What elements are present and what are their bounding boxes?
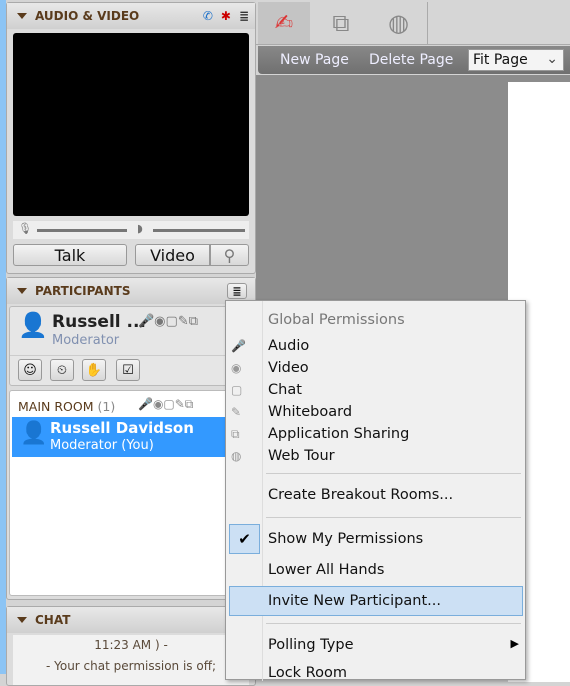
zoom-select-value: Fit Page [473, 52, 528, 68]
menu-item-show-permissions[interactable]: Show My Permissions [268, 531, 423, 547]
speaker-slider[interactable] [153, 229, 245, 232]
audio-video-panel: AUDIO & VIDEO ✆ ✱ ≣ 🎙 ◗ Talk Video ⚲ [6, 2, 256, 274]
video-display [13, 33, 249, 216]
mic-slider[interactable] [37, 229, 127, 232]
speaker-icon: ◗ [137, 222, 143, 235]
whiteboard-tab-icon[interactable]: ✍ [258, 2, 310, 44]
chat-messages: 11:23 AM ) - - Your chat permission is o… [13, 635, 249, 685]
participants-menu-icon[interactable]: ≣ [227, 283, 247, 299]
menu-separator [266, 473, 521, 474]
menu-item-app-sharing[interactable]: Application Sharing [268, 426, 409, 442]
menu-item-lower-hands[interactable]: Lower All Hands [268, 562, 384, 578]
participant-list: MAIN ROOM (1) 🎤◉▢✎⧉ 👤 Russell Davidson M… [9, 390, 253, 596]
menu-item-video[interactable]: Video [268, 360, 309, 376]
menu-separator [266, 623, 521, 624]
user-avatar-icon: 👤 [20, 421, 48, 446]
my-name: Russell ... [52, 312, 146, 332]
panel-title: CHAT [35, 613, 71, 627]
poll-answer-button[interactable]: ☑ [116, 359, 140, 381]
menu-item-web-tour[interactable]: Web Tour [268, 448, 335, 464]
divider [10, 355, 252, 356]
chat-line: 11:23 AM ) - [94, 638, 168, 652]
participants-panel: PARTICIPANTS ≣ 👤 Russell ... Moderator 🎤… [6, 277, 256, 600]
audio-video-header[interactable]: AUDIO & VIDEO ✆ ✱ ≣ [7, 3, 255, 29]
menu-item-whiteboard[interactable]: Whiteboard [268, 404, 352, 420]
away-button[interactable]: ⏲ [50, 359, 74, 381]
participant-role: Moderator (You) [50, 438, 154, 453]
menu-item-invite[interactable]: Invite New Participant... [268, 593, 441, 609]
user-avatar-icon: 👤 [18, 311, 48, 339]
video-button[interactable]: Video [135, 244, 210, 266]
participant-name: Russell Davidson [50, 419, 194, 437]
settings-icon[interactable]: ✱ [221, 9, 231, 23]
panel-title: PARTICIPANTS [35, 284, 131, 298]
room-permission-off-icons: 🎤◉▢✎⧉ [138, 397, 194, 411]
menu-item-audio[interactable]: Audio [268, 338, 309, 354]
chat-panel: CHAT 11:23 AM ) - - Your chat permission… [6, 606, 256, 686]
delete-page-button[interactable]: Delete Page [369, 52, 453, 68]
video-search-icon[interactable]: ⚲ [210, 244, 249, 266]
microphone-icon: 🎤 [231, 339, 246, 353]
participant-row[interactable]: 👤 Russell Davidson Moderator (You) [12, 417, 252, 457]
menu-item-chat[interactable]: Chat [268, 382, 302, 398]
whiteboard-toolbar: New Page Delete Page Fit Page ⌄ [258, 46, 570, 74]
collapse-icon[interactable] [17, 617, 27, 623]
webcam-icon: ◉ [231, 361, 242, 375]
phone-icon[interactable]: ✆ [203, 9, 213, 23]
menu-header: Global Permissions [268, 312, 405, 328]
raise-hand-button[interactable]: ✋ [82, 359, 106, 381]
web-tour-tab-icon[interactable]: ◍ [370, 2, 428, 44]
new-page-button[interactable]: New Page [280, 52, 349, 68]
menu-separator [266, 517, 521, 518]
chevron-down-icon: ⌄ [546, 51, 558, 67]
emoticon-button[interactable]: ☺ [18, 359, 42, 381]
checkmark-icon: ✔ [229, 524, 260, 554]
participants-context-menu: Global Permissions 🎤 Audio ◉ Video ▢ Chat ✎… [225, 300, 526, 681]
chat-bubble-icon: ▢ [231, 383, 243, 397]
panel-title: AUDIO & VIDEO [35, 9, 140, 23]
menu-item-create-breakout[interactable]: Create Breakout Rooms... [268, 487, 453, 503]
room-label: MAIN ROOM (1) [18, 399, 116, 414]
mode-tabs: ✍ ⧉ ◍ [256, 0, 570, 45]
icon-gutter-divider [262, 301, 263, 681]
volume-bar: 🎙 ◗ [13, 221, 249, 239]
menu-item-polling-type[interactable]: Polling Type [268, 637, 354, 653]
participants-header[interactable]: PARTICIPANTS ≣ [7, 278, 255, 304]
zoom-select[interactable]: Fit Page ⌄ [468, 49, 564, 71]
menu-icon[interactable]: ≣ [239, 9, 249, 23]
chat-header[interactable]: CHAT [7, 607, 255, 633]
collapse-icon[interactable] [17, 13, 27, 19]
globe-icon: ◍ [231, 449, 242, 463]
app-share-icon: ⧉ [231, 427, 240, 441]
pencil-icon: ✎ [231, 405, 242, 419]
permission-icons: 🎤◉▢✎⧉ [138, 314, 198, 329]
my-user-card: 👤 Russell ... Moderator 🎤◉▢✎⧉ ☺ ⏲ ✋ ☑ [9, 306, 253, 386]
app-share-tab-icon[interactable]: ⧉ [314, 2, 368, 44]
collapse-icon[interactable] [17, 288, 27, 294]
talk-button[interactable]: Talk [13, 244, 127, 266]
menu-item-lock-room[interactable]: Lock Room [268, 665, 347, 681]
my-role: Moderator [52, 333, 120, 348]
submenu-arrow-icon: ▶ [510, 637, 519, 650]
microphone-icon: 🎙 [18, 222, 32, 235]
